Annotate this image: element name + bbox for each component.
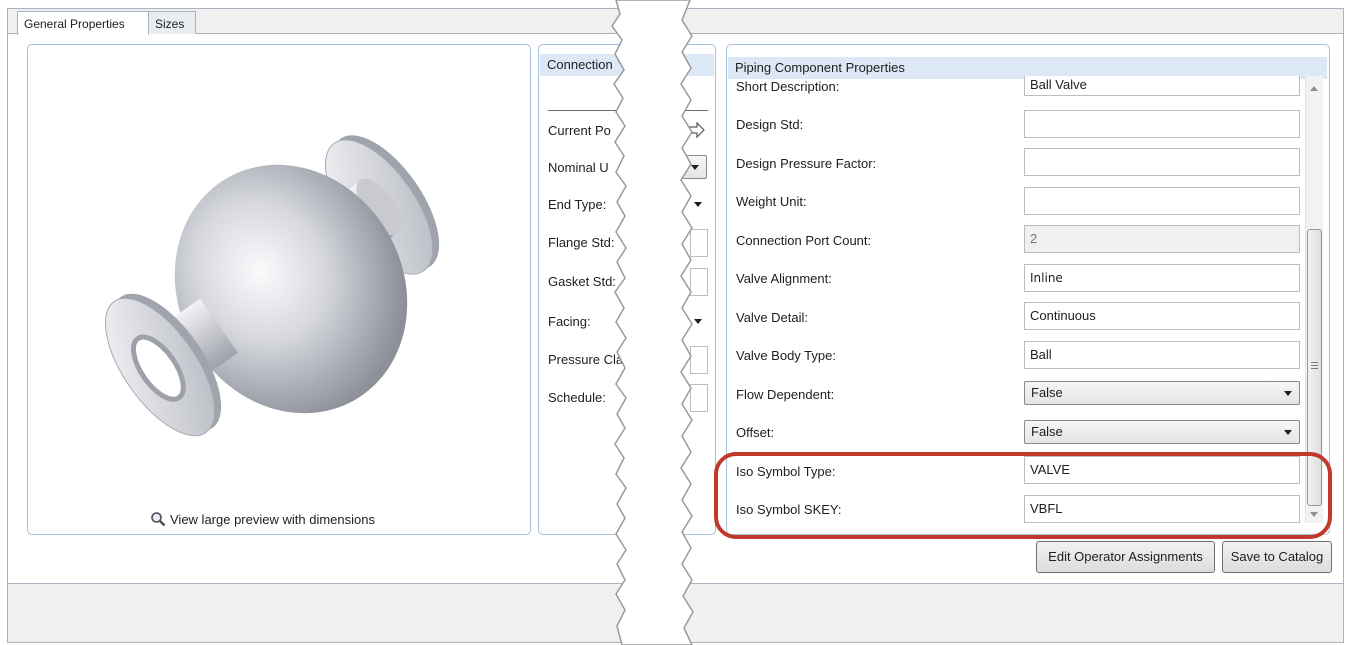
offset-dropdown[interactable]: False [1024,420,1300,444]
chevron-down-icon [1284,430,1292,435]
short-description-field[interactable]: Ball Valve [1024,76,1300,96]
scroll-up-arrow-icon[interactable] [1310,86,1318,91]
save-to-catalog-button[interactable]: Save to Catalog [1222,541,1332,573]
scroll-grip-line [1311,362,1318,363]
chevron-down-icon [1284,391,1292,396]
valve-alignment-label: Valve Alignment: [736,271,832,286]
flow-dependent-label: Flow Dependent: [736,387,835,402]
design-std-label: Design Std: [736,117,804,132]
flow-dependent-value: False [1031,385,1063,400]
scroll-grip-line [1311,365,1318,366]
offset-value: False [1031,424,1063,439]
valve-detail-label: Valve Detail: [736,310,809,325]
iso-symbol-highlight [714,452,1332,539]
valve-detail-field[interactable]: Continuous [1024,302,1300,330]
weight-unit-field[interactable] [1024,187,1300,215]
valve-body-type-field[interactable]: Ball [1024,341,1300,369]
offset-label: Offset: [736,425,775,440]
connection-port-count-field: 2 [1024,225,1300,253]
weight-unit-label: Weight Unit: [736,194,807,209]
magnifier-icon [151,512,166,527]
component-preview-image [52,47,506,501]
scroll-grip-line [1311,368,1318,369]
tab-general-properties[interactable]: General Properties [17,11,149,35]
valve-alignment-field[interactable]: Inline [1024,264,1300,292]
view-large-preview-label: View large preview with dimensions [170,512,375,527]
torn-paper-gap [611,0,694,645]
tab-sizes[interactable]: Sizes [148,11,196,34]
short-description-label: Short Description: [736,79,840,94]
ball-valve-render [104,135,440,437]
view-large-preview-link[interactable]: View large preview with dimensions [150,510,450,530]
design-pressure-factor-label: Design Pressure Factor: [736,156,877,171]
valve-body-type-label: Valve Body Type: [736,348,836,363]
connection-port-count-label: Connection Port Count: [736,233,872,248]
design-std-field[interactable] [1024,110,1300,138]
flow-dependent-dropdown[interactable]: False [1024,381,1300,405]
design-pressure-factor-field[interactable] [1024,148,1300,176]
edit-operator-assignments-button[interactable]: Edit Operator Assignments [1036,541,1215,573]
